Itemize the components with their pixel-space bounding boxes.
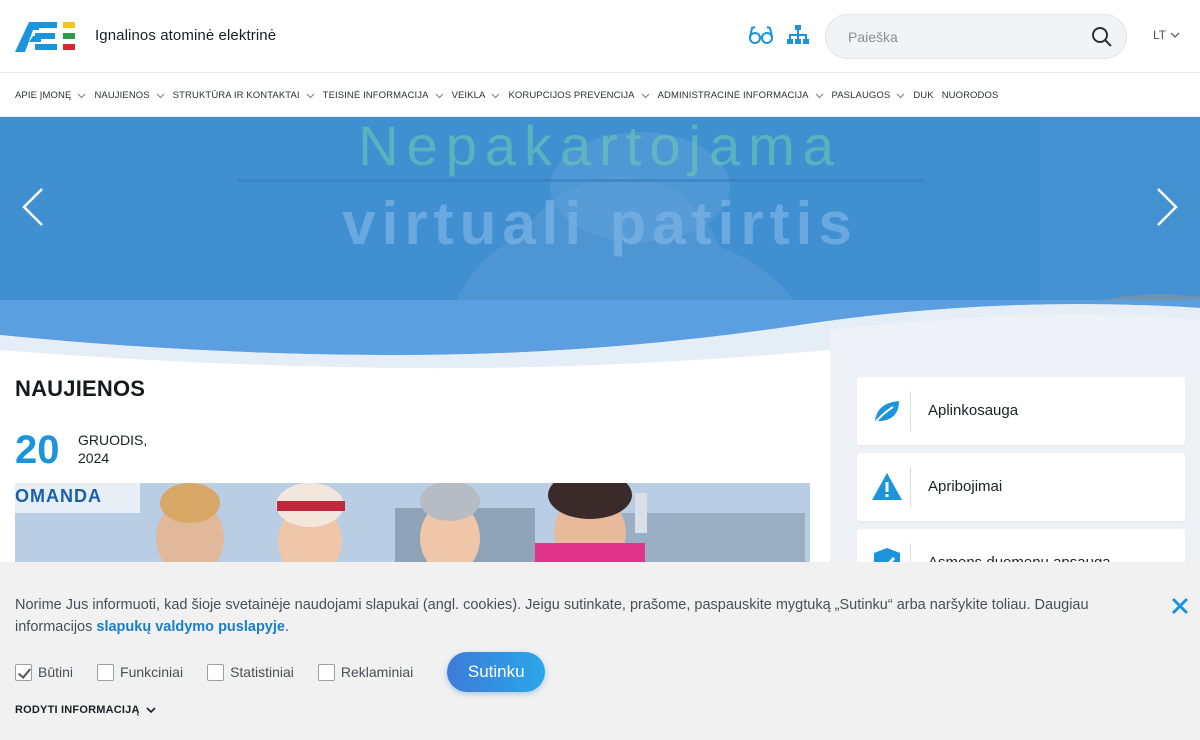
quick-link-divider <box>910 391 911 431</box>
close-icon[interactable] <box>1170 596 1190 616</box>
chevron-down-icon <box>815 93 823 98</box>
nav-item-korupcijos-prevencija[interactable]: Korupcijos prevencija <box>508 90 650 101</box>
chevron-down-icon <box>435 93 443 98</box>
quick-link-label: Apribojimai <box>928 478 1003 495</box>
chevron-down-icon <box>146 706 156 713</box>
nav-item-label: Administracinė informacija <box>657 90 809 101</box>
nav-item-label: Paslaugos <box>831 90 891 101</box>
slider-prev-arrow-icon[interactable] <box>20 187 50 227</box>
hero-divider <box>238 179 924 182</box>
site-header: Ignalinos atominė elektrinė Paieška LT <box>0 0 1200 73</box>
news-date-month-year: GRUODIS, 2024 <box>78 431 147 467</box>
nav-item-paslaugos[interactable]: Paslaugos <box>832 90 906 101</box>
nav-item-naujienos[interactable]: Naujienos <box>94 90 165 101</box>
nav-item-nuorodos[interactable]: Nuorodos <box>942 90 999 101</box>
hero-heading-line1: Nepakartojama <box>358 117 842 177</box>
hero-heading-line2: virtuali patirtis <box>342 190 858 257</box>
checkbox-icon[interactable] <box>207 663 225 681</box>
language-selector[interactable]: LT <box>1153 28 1180 42</box>
nav-item-label: Korupcijos prevencija <box>508 90 635 101</box>
search-icon[interactable] <box>1090 25 1114 49</box>
news-image[interactable]: OMANDA <box>15 483 810 573</box>
news-date-year: 2024 <box>78 450 110 466</box>
cookie-checkbox-1[interactable]: Būtini <box>15 663 74 681</box>
checkbox-icon[interactable] <box>317 663 335 681</box>
nav-item-label: Struktūra ir kontaktai <box>172 90 300 101</box>
cookie-checkbox-3[interactable]: Statistiniai <box>207 663 294 681</box>
checkbox-icon[interactable] <box>97 663 115 681</box>
slider-next-arrow-icon[interactable] <box>1150 187 1180 227</box>
cookie-banner: Norime Jus informuoti, kad šioje svetain… <box>0 562 1200 740</box>
cookie-checkbox-2[interactable]: Funkciniai <box>97 663 184 681</box>
cookie-checkbox-label: Būtini <box>38 664 74 680</box>
nav-item-label: Teisinė informacija <box>322 90 429 101</box>
cookie-options: Būtini Funkciniai Statistiniai Reklaminiai S… <box>15 652 546 692</box>
quick-link-divider <box>910 467 911 507</box>
nav-item-veikla[interactable]: Veikla <box>452 90 501 101</box>
nav-item-label: Nuorodos <box>941 90 999 101</box>
nav-item-label: Naujienos <box>94 90 150 101</box>
chevron-down-icon <box>306 93 315 98</box>
show-info-toggle[interactable]: RODYTI INFORMACIJĄ <box>15 704 156 716</box>
news-section-title: NAUJIENOS <box>15 376 146 401</box>
news-date-day: 20 <box>15 428 60 472</box>
warning-icon <box>869 469 905 505</box>
site-name[interactable]: Ignalinos atominė elektrinė <box>95 27 276 44</box>
chevron-down-icon <box>896 93 905 98</box>
cookie-message: Norime Jus informuoti, kad šioje svetain… <box>15 594 1145 638</box>
nav-item-teisinė-informacija[interactable]: Teisinė informacija <box>323 90 444 101</box>
checkbox-icon[interactable] <box>15 663 32 681</box>
news-image-banner-text: OMANDA <box>15 486 102 506</box>
language-label: LT <box>1153 28 1167 42</box>
leaf-icon <box>869 393 905 429</box>
nav-list: Apie įmonę Naujienos Struktūra ir kontakta… <box>15 90 1006 101</box>
sitemap-icon[interactable] <box>785 22 811 48</box>
chevron-down-icon <box>156 93 165 98</box>
site-logo[interactable] <box>15 18 75 54</box>
main-navigation: Apie įmonę Naujienos Struktūra ir kontakta… <box>0 73 1200 117</box>
nav-item-label: Veikla <box>451 90 486 101</box>
quick-link-leaf[interactable]: Aplinkosauga <box>857 377 1185 445</box>
nav-item-struktūra-ir-kontaktai[interactable]: Struktūra ir kontaktai <box>173 90 315 101</box>
nav-item-apie-įmonę[interactable]: Apie įmonę <box>15 90 86 101</box>
chevron-down-icon <box>78 93 86 98</box>
cookie-message-suffix: . <box>284 619 289 635</box>
cookie-checkbox-label: Reklaminiai <box>340 664 414 680</box>
search-input[interactable] <box>848 15 1088 58</box>
quick-link-label: Aplinkosauga <box>928 402 1019 419</box>
nav-item-duk[interactable]: DUK <box>913 90 933 101</box>
chevron-down-icon <box>492 93 500 98</box>
chevron-down-icon <box>1170 32 1180 38</box>
accept-cookies-button[interactable]: Sutinku <box>447 652 546 692</box>
nav-item-administracinė-informacija[interactable]: Administracinė informacija <box>658 90 824 101</box>
chevron-down-icon <box>641 93 650 98</box>
news-date-month: GRUODIS, <box>78 432 148 448</box>
accessibility-glasses-icon[interactable] <box>748 22 774 48</box>
quick-link-warning[interactable]: Apribojimai <box>857 453 1185 521</box>
cookie-checkbox-label: Funkciniai <box>120 664 184 680</box>
search-box <box>825 14 1127 59</box>
nav-item-label: Apie įmonę <box>15 90 72 101</box>
cookie-checkbox-4[interactable]: Reklaminiai <box>317 663 414 681</box>
cookie-checkbox-label: Statistiniai <box>230 664 294 680</box>
nav-item-label: DUK <box>913 90 934 101</box>
cookie-policy-link[interactable]: slapukų valdymo puslapyje <box>96 619 285 635</box>
show-info-label: RODYTI INFORMACIJĄ <box>15 704 140 716</box>
